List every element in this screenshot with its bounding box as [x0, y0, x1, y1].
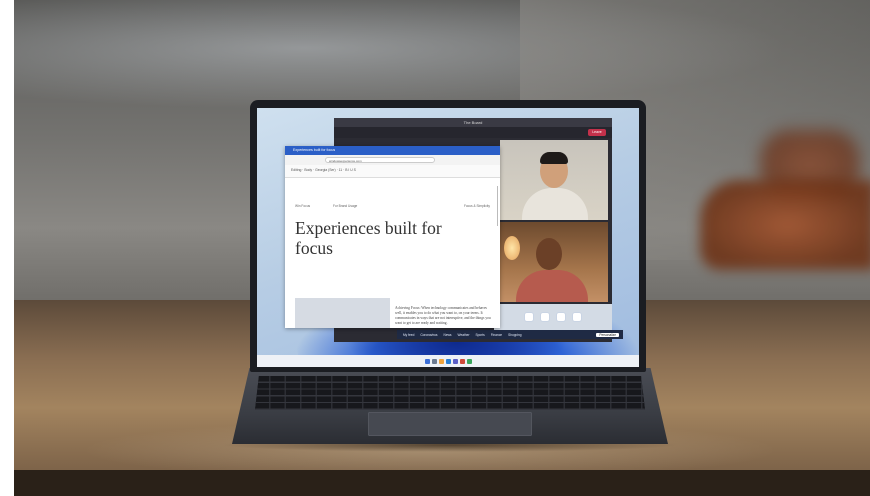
participant-1-hair: [540, 152, 568, 164]
store-icon: [466, 358, 472, 364]
laptop-screen: The Board Leave My feed Coronavirus News…: [257, 108, 639, 367]
folder-icon: [438, 358, 444, 364]
teams-title: The Board: [334, 118, 612, 127]
page-nav-right: Focus & Simplicity: [463, 204, 490, 208]
browser-window: Experiences built for focus windowsexper…: [285, 146, 500, 328]
edge-icon: [445, 358, 451, 364]
teams-toolbar: [334, 127, 612, 138]
news-item: Sports: [475, 332, 485, 337]
participant-1-body: [522, 188, 588, 220]
leave-button: Leave: [588, 129, 606, 136]
widgets-panel: [494, 304, 612, 330]
widget-icon: [573, 313, 581, 321]
participant-2-head: [536, 238, 562, 270]
news-item: My feed: [403, 332, 415, 337]
laptop-touchpad: [368, 412, 532, 436]
widget-icon: [525, 313, 533, 321]
news-item: Shopping: [508, 332, 522, 337]
page-image-placeholder: [295, 298, 390, 328]
video-tile-participant-2: [500, 222, 608, 302]
news-bar: My feed Coronavirus News Weather Sports …: [397, 330, 623, 339]
left-border: [0, 0, 14, 496]
address-bar: windowsexperience.com: [325, 157, 435, 163]
widget-icon: [557, 313, 565, 321]
video-tile-participant-1: [500, 140, 608, 220]
taskbar: [257, 355, 639, 367]
participant-2-body: [516, 270, 588, 302]
browser-title: Experiences built for focus: [285, 146, 500, 155]
scrollbar: [496, 186, 498, 226]
search-icon: [431, 358, 437, 364]
widget-icon: [541, 313, 549, 321]
keyboard-rows: [255, 376, 645, 410]
photo-scene: The Board Leave My feed Coronavirus News…: [0, 0, 870, 496]
teams-icon: [452, 358, 458, 364]
background-lamp: [504, 236, 520, 260]
personalize-button: Personalize: [596, 332, 619, 337]
page-body-text: Achieving Focus: When technology communi…: [395, 306, 491, 325]
office-icon: [459, 358, 465, 364]
page-nav-mid: For Brand Usage: [333, 204, 358, 208]
start-icon: [424, 358, 430, 364]
page-nav-left: Win Focus: [295, 204, 311, 208]
news-item: News: [443, 332, 452, 337]
news-item: Coronavirus: [420, 332, 438, 337]
news-item: Finance: [490, 332, 503, 337]
editing-tools: Editing · Body · Georgia (Ser) · 11 · B …: [291, 168, 356, 172]
table-edge: [0, 470, 870, 496]
background-chair: [700, 180, 870, 270]
page-heading: Experiences built for focus: [295, 218, 442, 258]
news-item: Weather: [457, 332, 470, 337]
